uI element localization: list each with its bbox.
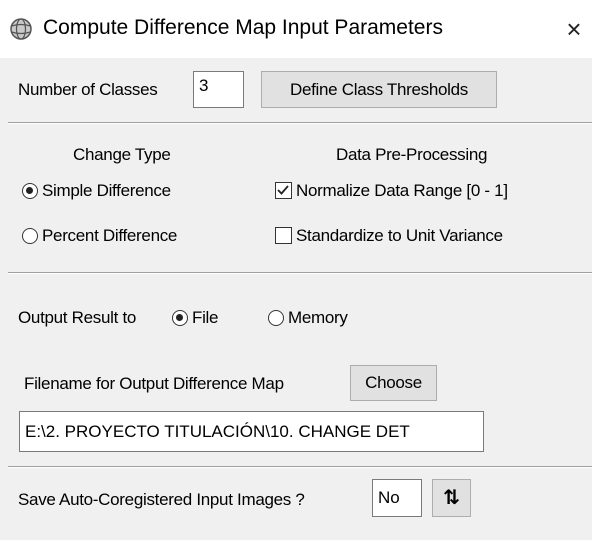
- window-title: Compute Difference Map Input Parameters: [43, 16, 443, 39]
- output-file-label[interactable]: File: [192, 308, 219, 328]
- define-class-thresholds-button[interactable]: Define Class Thresholds: [261, 71, 497, 108]
- choose-button[interactable]: Choose: [350, 365, 437, 401]
- filename-input[interactable]: E:\2. PROYECTO TITULACIÓN\10. CHANGE DET: [19, 411, 484, 452]
- output-memory-label[interactable]: Memory: [288, 308, 348, 328]
- data-preprocessing-heading: Data Pre-Processing: [336, 145, 488, 164]
- app-globe-icon: [10, 18, 32, 40]
- coregister-value-field[interactable]: No: [372, 479, 422, 517]
- save-coregistered-label: Save Auto-Coregistered Input Images ?: [18, 490, 305, 509]
- radio-output-memory[interactable]: [268, 310, 284, 326]
- percent-difference-label[interactable]: Percent Difference: [42, 226, 177, 246]
- radio-output-file[interactable]: [172, 310, 188, 326]
- filename-label: Filename for Output Difference Map: [24, 374, 284, 393]
- checkbox-standardize-unit-variance[interactable]: [275, 227, 292, 244]
- normalize-data-range-label[interactable]: Normalize Data Range [0 - 1]: [296, 181, 508, 201]
- output-result-label: Output Result to: [18, 308, 137, 327]
- sort-arrows-icon[interactable]: ⇅: [432, 479, 471, 517]
- number-of-classes-label: Number of Classes: [18, 80, 158, 99]
- change-type-heading: Change Type: [73, 145, 171, 164]
- title-bar: Compute Difference Map Input Parameters …: [0, 0, 592, 58]
- checkmark-icon: [277, 185, 289, 195]
- standardize-unit-variance-label[interactable]: Standardize to Unit Variance: [296, 226, 503, 246]
- radio-simple-difference[interactable]: [22, 183, 38, 199]
- separator: [8, 466, 592, 468]
- separator: [8, 122, 592, 124]
- radio-percent-difference[interactable]: [22, 228, 38, 244]
- checkbox-normalize-data-range[interactable]: [275, 182, 292, 199]
- simple-difference-label[interactable]: Simple Difference: [42, 181, 171, 201]
- separator: [8, 272, 592, 274]
- number-of-classes-input[interactable]: 3: [193, 71, 244, 108]
- close-icon[interactable]: ×: [560, 14, 588, 44]
